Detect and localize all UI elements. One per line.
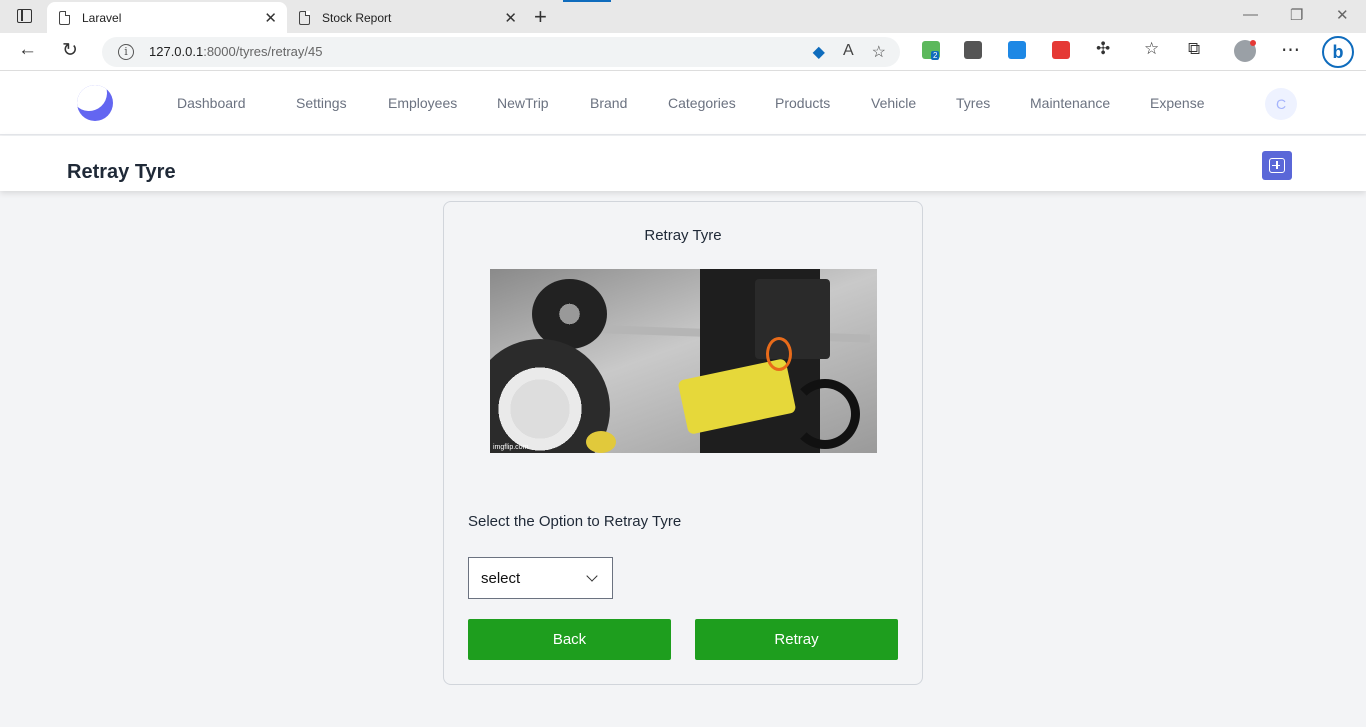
add-button[interactable] bbox=[1262, 151, 1292, 180]
image-watermark: imgflip.com bbox=[493, 444, 529, 451]
back-arrow-icon[interactable]: ← bbox=[18, 39, 37, 61]
extension-blue-icon[interactable] bbox=[1008, 41, 1026, 59]
url-text[interactable]: 127.0.0.1:8000/tyres/retray/45 bbox=[149, 44, 322, 59]
back-button[interactable]: Back bbox=[468, 619, 671, 660]
close-icon[interactable]: ✕ bbox=[264, 9, 277, 27]
select-value: select bbox=[481, 570, 521, 587]
window-close-icon[interactable]: ✕ bbox=[1336, 6, 1349, 24]
minimize-icon[interactable]: — bbox=[1243, 6, 1258, 23]
favorite-add-icon[interactable]: ☆ bbox=[872, 42, 886, 62]
reload-icon[interactable]: ↻ bbox=[62, 39, 78, 62]
tab-title: Stock Report bbox=[322, 10, 392, 25]
tyre-image: imgflip.com bbox=[490, 269, 877, 453]
tab-accent-line bbox=[563, 0, 611, 2]
user-avatar[interactable]: C bbox=[1265, 88, 1297, 120]
restore-icon[interactable]: ❐ bbox=[1290, 6, 1303, 24]
info-icon[interactable]: i bbox=[118, 44, 134, 60]
nav-categories[interactable]: Categories bbox=[668, 95, 736, 111]
tag-icon[interactable]: ◆ bbox=[813, 42, 825, 62]
nav-products[interactable]: Products bbox=[775, 95, 830, 111]
nav-newtrip[interactable]: NewTrip bbox=[497, 95, 549, 111]
nav-brand[interactable]: Brand bbox=[590, 95, 627, 111]
chevron-down-icon bbox=[586, 570, 598, 582]
favorites-icon[interactable]: ☆ bbox=[1144, 39, 1159, 59]
read-aloud-icon[interactable]: A bbox=[843, 42, 854, 62]
page-header: Retray Tyre bbox=[0, 136, 1366, 191]
nav-settings[interactable]: Settings bbox=[296, 95, 347, 111]
extension-red-icon[interactable] bbox=[1052, 41, 1070, 59]
collections-icon[interactable]: ⧉ bbox=[1188, 39, 1200, 59]
nav-tyres[interactable]: Tyres bbox=[956, 95, 990, 111]
notification-dot bbox=[1250, 40, 1256, 46]
nav-dashboard[interactable]: Dashboard bbox=[177, 95, 246, 111]
nav-maintenance[interactable]: Maintenance bbox=[1030, 95, 1110, 111]
tab-laravel[interactable]: Laravel ✕ bbox=[47, 2, 287, 33]
select-label: Select the Option to Retray Tyre bbox=[468, 513, 682, 530]
nav-expense[interactable]: Expense bbox=[1150, 95, 1204, 111]
nav-vehicle[interactable]: Vehicle bbox=[871, 95, 916, 111]
page-title: Retray Tyre bbox=[67, 161, 176, 183]
app-logo[interactable] bbox=[77, 85, 113, 121]
app-navbar: Dashboard Settings Employees NewTrip Bra… bbox=[0, 71, 1366, 135]
address-bar[interactable]: i 127.0.0.1:8000/tyres/retray/45 ◆ A ☆ bbox=[102, 37, 900, 67]
close-icon[interactable]: ✕ bbox=[504, 9, 517, 27]
retray-button[interactable]: Retray bbox=[695, 619, 898, 660]
extensions-puzzle-icon[interactable]: ✣ bbox=[1096, 39, 1110, 59]
retray-option-select[interactable]: select bbox=[468, 557, 613, 599]
retray-card: Retray Tyre imgflip.com Select the Optio… bbox=[443, 201, 923, 685]
card-title: Retray Tyre bbox=[644, 227, 722, 244]
download-extension-icon[interactable]: 2 bbox=[922, 41, 940, 60]
more-options-icon[interactable]: ⋯ bbox=[1281, 39, 1300, 62]
page-icon bbox=[299, 10, 310, 25]
new-tab-icon[interactable]: + bbox=[534, 4, 547, 30]
browser-tab-bar: Laravel ✕ Stock Report ✕ + — ❐ ✕ bbox=[0, 0, 1366, 33]
bing-copilot-icon[interactable]: b bbox=[1322, 36, 1354, 68]
nav-employees[interactable]: Employees bbox=[388, 95, 457, 111]
page-icon bbox=[59, 10, 70, 25]
tab-title: Laravel bbox=[82, 10, 122, 25]
tab-stock-report[interactable]: Stock Report ✕ bbox=[287, 2, 527, 33]
sidebar-toggle-icon[interactable] bbox=[17, 9, 32, 23]
browser-toolbar: ← ↻ i 127.0.0.1:8000/tyres/retray/45 ◆ A… bbox=[0, 33, 1366, 71]
bitwarden-extension-icon[interactable] bbox=[964, 41, 982, 59]
plus-square-icon bbox=[1269, 158, 1285, 173]
